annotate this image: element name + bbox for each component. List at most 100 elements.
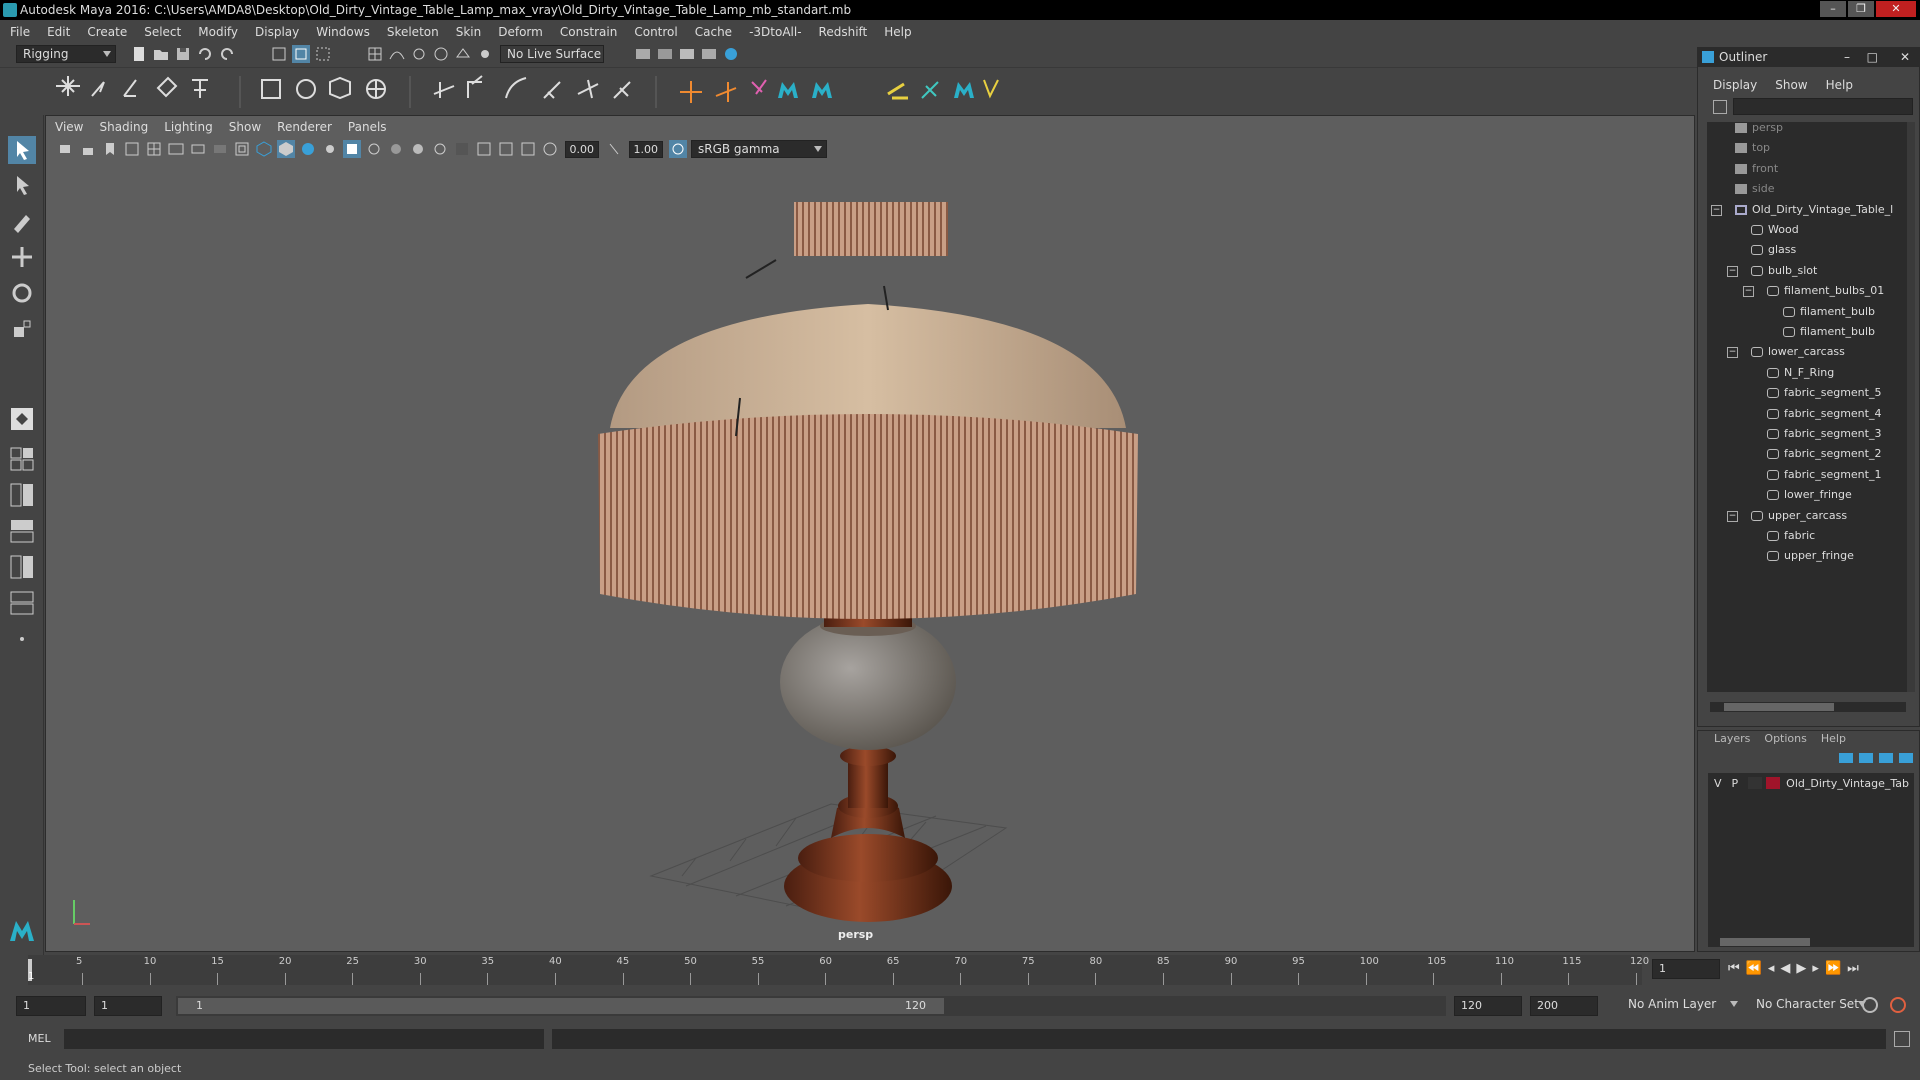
move-tool-icon[interactable] (8, 243, 36, 271)
gamma-field[interactable]: 1.00 (629, 140, 663, 158)
viewport-menu-panels[interactable]: Panels (348, 120, 387, 138)
outliner-item[interactable]: Wood (1751, 220, 1799, 240)
outliner-item[interactable]: lower_fringe (1767, 485, 1852, 505)
menu-file[interactable]: File (10, 25, 30, 39)
range-slider[interactable]: 1 120 (176, 996, 1446, 1016)
auto-key-icon[interactable] (1862, 997, 1878, 1013)
camera-select-icon[interactable] (57, 140, 75, 158)
anim-prefs-icon[interactable] (1890, 997, 1906, 1013)
outliner-filter-icon[interactable] (1713, 100, 1727, 114)
viewport-menu-lighting[interactable]: Lighting (164, 120, 213, 138)
outliner-item[interactable]: − upper_carcass (1727, 506, 1847, 526)
menu-constrain[interactable]: Constrain (560, 25, 618, 39)
time-slider[interactable]: 5 10 15 20 25 30 35 40 45 50 55 60 65 70 75 80 85 90 95 100… (0, 955, 1920, 985)
menu-control[interactable]: Control (634, 25, 677, 39)
layer-playback-toggle[interactable]: P (1732, 777, 1739, 790)
frame-all-icon[interactable] (519, 140, 537, 158)
layout-outliner-icon[interactable] (8, 553, 36, 581)
snap-curve-icon[interactable] (388, 45, 406, 63)
image-plane-icon[interactable] (123, 140, 141, 158)
outliner-item[interactable]: top (1735, 138, 1770, 158)
exposure-icon[interactable] (541, 140, 559, 158)
snap-pivot-icon[interactable] (476, 45, 494, 63)
mel-label[interactable]: MEL (28, 1032, 51, 1045)
outliner-item[interactable]: N_F_Ring (1767, 363, 1834, 383)
viewport-menu-renderer[interactable]: Renderer (277, 120, 332, 138)
dot-icon[interactable] (8, 625, 36, 653)
select-component-icon[interactable] (314, 45, 332, 63)
open-scene-icon[interactable] (152, 45, 170, 63)
ambient-occlusion-icon[interactable] (387, 140, 405, 158)
smooth-shade-icon[interactable] (277, 140, 295, 158)
step-forward-frame-icon[interactable]: ▸ (1812, 961, 1819, 976)
anim-layer-dropdown[interactable]: No Anim Layer (1622, 996, 1742, 1016)
snap-surface-icon[interactable] (454, 45, 472, 63)
outliner-item[interactable]: − filament_bulbs_01 (1743, 281, 1884, 301)
character-set-dropdown[interactable]: No Character Set (1750, 996, 1870, 1016)
menu-cache[interactable]: Cache (695, 25, 732, 39)
minimize-button[interactable]: – (1820, 1, 1846, 17)
outliner-item[interactable]: upper_fringe (1767, 546, 1854, 566)
menu-display[interactable]: Display (255, 25, 299, 39)
layer-type-toggle[interactable] (1748, 777, 1763, 789)
outliner-menu-help[interactable]: Help (1826, 78, 1853, 96)
layout-graph-icon[interactable] (8, 589, 36, 617)
scale-tool-icon[interactable] (8, 315, 36, 343)
outliner-item[interactable]: fabric_segment_2 (1767, 444, 1881, 464)
menu-3dtoall[interactable]: -3DtoAll- (749, 25, 801, 39)
outliner-vscrollbar[interactable] (1907, 122, 1915, 692)
outliner-item[interactable]: fabric_segment_5 (1767, 383, 1881, 403)
collapse-toggle-icon[interactable]: − (1727, 265, 1738, 277)
collapse-toggle-icon[interactable]: − (1727, 510, 1738, 522)
menu-redshift[interactable]: Redshift (819, 25, 868, 39)
ipr-render-icon[interactable] (656, 45, 674, 63)
script-editor-icon[interactable] (1894, 1031, 1910, 1047)
layer-move-down-icon[interactable] (1859, 753, 1873, 763)
lasso-tool-icon[interactable] (8, 171, 36, 199)
current-frame-field[interactable]: 1 (1652, 959, 1720, 979)
render-frame-icon[interactable] (634, 45, 652, 63)
hud-icon[interactable] (475, 140, 493, 158)
film-gate-icon[interactable] (167, 140, 185, 158)
redo-icon[interactable] (218, 45, 236, 63)
layout-stack-icon[interactable] (8, 517, 36, 545)
camera-lock-icon[interactable] (79, 140, 97, 158)
gate-mask-icon[interactable] (211, 140, 229, 158)
play-backward-icon[interactable]: ◀ (1780, 961, 1790, 976)
layer-row[interactable]: V P Old_Dirty_Vintage_Tab (1708, 773, 1914, 793)
menu-windows[interactable]: Windows (316, 25, 370, 39)
collapse-toggle-icon[interactable]: − (1743, 286, 1754, 298)
wireframe-icon[interactable] (255, 140, 273, 158)
layer-color-swatch[interactable] (1766, 777, 1781, 789)
layer-menu-help[interactable]: Help (1821, 731, 1846, 747)
bookmark-icon[interactable] (101, 140, 119, 158)
xray-icon[interactable] (343, 140, 361, 158)
go-to-end-icon[interactable]: ⏭ (1847, 961, 1859, 976)
collapse-toggle-icon[interactable]: − (1711, 204, 1722, 216)
snap-point-icon[interactable] (410, 45, 428, 63)
anim-start-field[interactable]: 1 (16, 996, 86, 1016)
new-layer-icon[interactable] (1879, 753, 1893, 763)
outliner-menu-show[interactable]: Show (1775, 78, 1807, 96)
live-surface-field[interactable]: No Live Surface (500, 45, 604, 63)
outliner-menu-display[interactable]: Display (1713, 78, 1757, 96)
go-to-start-icon[interactable]: ⏮ (1728, 961, 1740, 976)
outliner-minimize-icon[interactable]: – (1844, 47, 1850, 67)
outliner-item[interactable]: persp (1735, 118, 1783, 138)
layer-menu-options[interactable]: Options (1764, 731, 1806, 747)
viewport-panel[interactable]: persp (45, 115, 1695, 952)
select-hierarchy-icon[interactable] (270, 45, 288, 63)
timeline-track[interactable]: 5 10 15 20 25 30 35 40 45 50 55 60 65 70 75 80 85 90 95 100… (28, 955, 1649, 985)
viewport-menu-show[interactable]: Show (229, 120, 261, 138)
close-button[interactable]: ✕ (1876, 1, 1916, 17)
layout-four-icon[interactable] (8, 445, 36, 473)
layout-single-icon[interactable] (8, 405, 36, 433)
outliner-item[interactable]: − bulb_slot (1727, 261, 1817, 281)
menu-deform[interactable]: Deform (498, 25, 543, 39)
menu-skeleton[interactable]: Skeleton (387, 25, 439, 39)
motion-blur-icon[interactable] (409, 140, 427, 158)
outliner-search-input[interactable] (1733, 98, 1913, 115)
menu-create[interactable]: Create (87, 25, 127, 39)
step-back-frame-icon[interactable]: ◂ (1768, 961, 1775, 976)
exposure-field[interactable]: 0.00 (565, 140, 599, 158)
